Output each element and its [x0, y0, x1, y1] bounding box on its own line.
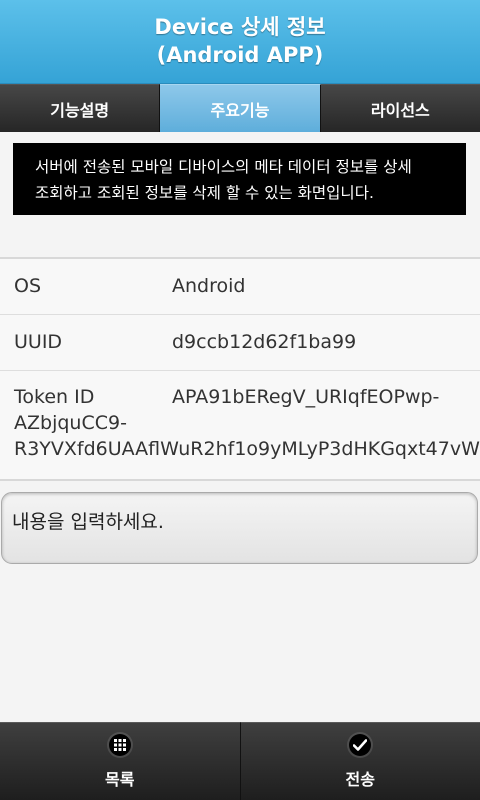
- uuid-label: UUID: [14, 331, 63, 353]
- app-header: Device 상세 정보 (Android APP): [0, 0, 480, 84]
- send-button-label: 전송: [345, 770, 375, 789]
- uuid-value: d9ccb12d62f1ba99: [172, 331, 357, 353]
- checkmark-icon: [349, 734, 372, 756]
- token-value-line-2: AZbjquCC9-: [14, 412, 127, 434]
- send-button[interactable]: 전송: [240, 722, 480, 800]
- page-title: Device 상세 정보: [154, 15, 326, 39]
- message-input[interactable]: 내용을 입력하세요.: [1, 492, 478, 564]
- list-button-label: 목록: [105, 770, 135, 789]
- tab-features-description[interactable]: 기능설명: [0, 84, 161, 132]
- token-value-line-1: APA91bERegV_URIqfEOPwp-: [172, 386, 440, 408]
- uuid-row: UUID d9ccb12d62f1ba99: [0, 315, 480, 371]
- page-subtitle: (Android APP): [156, 43, 324, 67]
- token-row: Token ID APA91bERegV_URIqfEOPwp- AZbjquC…: [0, 371, 480, 481]
- description-line-1: 서버에 전송된 모바일 디바이스의 메타 데이터 정보를 상세: [35, 158, 412, 176]
- tab-bar: 기능설명 주요기능 라이선스: [0, 84, 480, 132]
- device-info-list: OS Android UUID d9ccb12d62f1ba99 Token I…: [0, 257, 480, 481]
- token-label: Token ID: [14, 386, 95, 408]
- token-value-line-3: R3YVXfd6UAAflWuR2hf1o9yMLyP3dHKGqxt47vW: [14, 438, 480, 460]
- description-line-2: 조회하고 조회된 정보를 삭제 할 수 있는 화면입니다.: [35, 184, 374, 202]
- tab-license[interactable]: 라이선스: [320, 84, 480, 132]
- tab-main-features[interactable]: 주요기능: [160, 84, 321, 132]
- os-value: Android: [172, 275, 246, 297]
- list-button[interactable]: 목록: [0, 722, 241, 800]
- os-row: OS Android: [0, 259, 480, 315]
- grid-icon: [108, 734, 131, 756]
- os-label: OS: [14, 275, 42, 297]
- bottom-toolbar: 목록 전송: [0, 722, 480, 800]
- description-box: 서버에 전송된 모바일 디바이스의 메타 데이터 정보를 상세 조회하고 조회된…: [13, 143, 466, 215]
